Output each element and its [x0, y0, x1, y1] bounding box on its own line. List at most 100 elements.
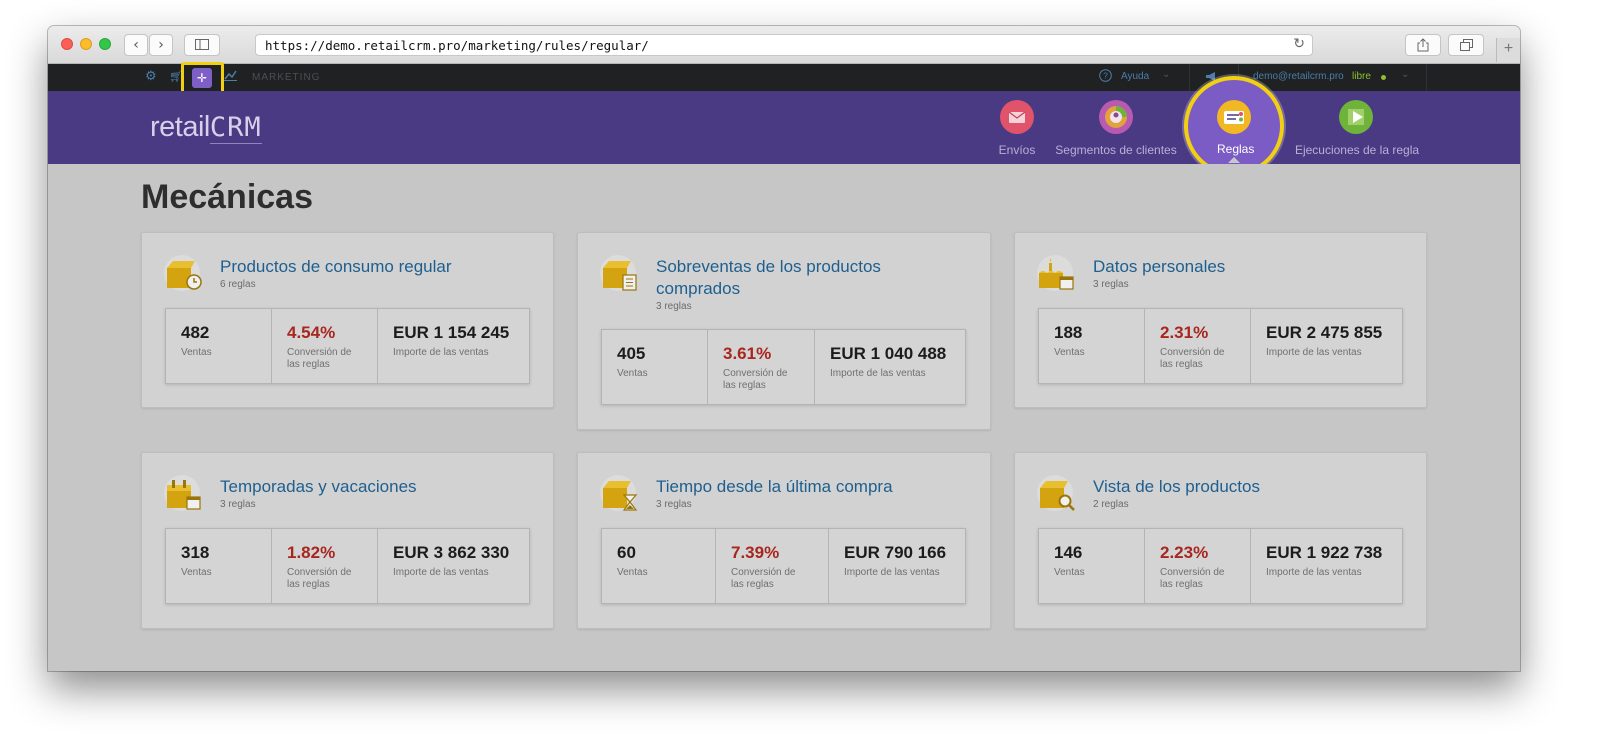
card-rules-count: 3 reglas	[220, 499, 256, 510]
sales-value: 60	[617, 543, 636, 562]
card-title-link[interactable]: Tiempo desde la última compra	[656, 476, 893, 498]
mechanic-card[interactable]: Datos personales 3 reglas 188 Ventas 2.3…	[1014, 232, 1427, 408]
chevron-right-icon: ›	[158, 37, 164, 53]
sales-value: 318	[181, 543, 210, 562]
nav-ejecuciones-label: Ejecuciones de la regla	[1294, 143, 1420, 157]
amount-label: Importe de las ventas	[1266, 567, 1362, 578]
reload-icon[interactable]: ↻	[1293, 36, 1305, 52]
active-nav-caret	[1228, 157, 1240, 163]
share-button[interactable]	[1405, 34, 1441, 56]
stat-conversion: 7.39% Conversión de las reglas	[716, 529, 829, 603]
module-header: retailCRM Envíos Segmentos de clientes E…	[48, 91, 1520, 164]
card-rules-count: 3 reglas	[1093, 279, 1129, 290]
mechanic-card[interactable]: Tiempo desde la última compra 3 reglas 6…	[577, 452, 991, 629]
stat-sales: 318 Ventas	[166, 529, 272, 603]
url-text: https://demo.retailcrm.pro/marketing/rul…	[265, 38, 649, 53]
rules-icon	[1217, 100, 1251, 134]
card-stats: 60 Ventas 7.39% Conversión de las reglas …	[601, 528, 966, 604]
mechanic-card[interactable]: Productos de consumo regular 6 reglas 48…	[141, 232, 554, 408]
sales-value: 482	[181, 323, 210, 342]
sales-label: Ventas	[1054, 567, 1085, 578]
nav-ejecuciones[interactable]: Ejecuciones de la regla	[1292, 91, 1422, 164]
amount-label: Importe de las ventas	[393, 347, 489, 358]
conversion-label: Conversión de las reglas	[1160, 347, 1225, 370]
logo-crm-text: CRM	[209, 112, 262, 144]
analytics-icon[interactable]	[224, 69, 237, 85]
back-button[interactable]: ‹	[124, 34, 148, 56]
card-title-link[interactable]: Datos personales	[1093, 256, 1225, 278]
divider	[1426, 64, 1427, 91]
stat-amount: EUR 1 154 245 Importe de las ventas	[378, 309, 529, 383]
svg-text:?: ?	[1103, 71, 1108, 81]
minimize-window-button[interactable]	[80, 38, 92, 50]
card-stats: 146 Ventas 2.23% Conversión de las reglas…	[1038, 528, 1403, 604]
sales-label: Ventas	[617, 567, 648, 578]
close-window-button[interactable]	[61, 38, 73, 50]
box-list-icon	[600, 255, 637, 291]
new-tab-button[interactable]: +	[1496, 38, 1520, 62]
conversion-value: 1.82%	[287, 543, 336, 562]
stat-sales: 146 Ventas	[1039, 529, 1145, 603]
amount-label: Importe de las ventas	[830, 368, 926, 379]
box-hourglass-icon	[600, 475, 638, 511]
card-stats: 318 Ventas 1.82% Conversión de las reglas…	[165, 528, 530, 604]
stat-amount: EUR 3 862 330 Importe de las ventas	[378, 529, 529, 603]
tabs-overview-button[interactable]	[1448, 34, 1484, 56]
card-rules-count: 3 reglas	[656, 499, 692, 510]
help-chevron-down-icon[interactable]: ⌄	[1162, 69, 1170, 80]
nav-segmentos[interactable]: Segmentos de clientes	[1053, 91, 1179, 164]
mechanic-card[interactable]: Temporadas y vacaciones 3 reglas 318 Ven…	[141, 452, 554, 629]
forward-button[interactable]: ›	[149, 34, 173, 56]
card-rules-count: 3 reglas	[656, 301, 692, 312]
amount-label: Importe de las ventas	[844, 567, 940, 578]
card-stats: 405 Ventas 3.61% Conversión de las reglas…	[601, 329, 966, 405]
card-rules-count: 6 reglas	[220, 279, 256, 290]
plus-icon: +	[1503, 40, 1514, 57]
card-title-link[interactable]: Temporadas y vacaciones	[220, 476, 417, 498]
stat-sales: 405 Ventas	[602, 330, 708, 404]
card-title-link[interactable]: Sobreventas de los productos comprados	[656, 256, 881, 300]
divider	[1189, 64, 1190, 91]
card-title-link[interactable]: Productos de consumo regular	[220, 256, 452, 278]
section-label: MARKETING	[252, 72, 321, 83]
nav-envios-label: Envíos	[998, 143, 1036, 157]
conversion-label: Conversión de las reglas	[731, 567, 796, 590]
segments-icon	[1099, 100, 1133, 134]
amount-value: EUR 790 166	[844, 543, 947, 562]
user-email[interactable]: demo@retailcrm.pro	[1253, 71, 1344, 82]
nav-reglas-label: Reglas	[1217, 142, 1255, 156]
conversion-label: Conversión de las reglas	[287, 567, 352, 590]
browser-titlebar: ‹ › https://demo.retailcrm.pro/marketing…	[48, 26, 1520, 64]
sales-label: Ventas	[617, 368, 648, 379]
box-clock-icon	[164, 255, 202, 291]
user-chevron-down-icon[interactable]: ⌄	[1401, 69, 1409, 80]
mechanic-card[interactable]: Sobreventas de los productos comprados 3 …	[577, 232, 991, 430]
nav-envios[interactable]: Envíos	[970, 91, 1064, 164]
share-icon	[1417, 38, 1429, 52]
help-link[interactable]: Ayuda	[1121, 71, 1149, 82]
conversion-value: 7.39%	[731, 543, 780, 562]
sidebar-toggle-button[interactable]	[184, 34, 220, 56]
amount-value: EUR 1 154 245	[393, 323, 510, 342]
zoom-window-button[interactable]	[99, 38, 111, 50]
card-title-link[interactable]: Vista de los productos	[1093, 476, 1260, 498]
mail-icon	[1000, 100, 1034, 134]
amount-value: EUR 3 862 330	[393, 543, 510, 562]
stat-conversion: 3.61% Conversión de las reglas	[708, 330, 815, 404]
address-bar[interactable]: https://demo.retailcrm.pro/marketing/rul…	[255, 34, 1313, 56]
cake-calendar-icon	[1037, 255, 1074, 291]
conversion-value: 2.31%	[1160, 323, 1209, 342]
conversion-label: Conversión de las reglas	[723, 368, 788, 391]
retailcrm-logo[interactable]: retailCRM	[150, 111, 262, 144]
help-icon[interactable]: ?	[1099, 69, 1112, 85]
amount-value: EUR 2 475 855	[1266, 323, 1383, 342]
online-status-dot	[1381, 75, 1386, 80]
mechanic-card[interactable]: Vista de los productos 2 reglas 146 Vent…	[1014, 452, 1427, 629]
stat-sales: 482 Ventas	[166, 309, 272, 383]
sidebar-icon	[195, 39, 209, 50]
stat-conversion: 2.31% Conversión de las reglas	[1145, 309, 1251, 383]
stat-amount: EUR 790 166 Importe de las ventas	[829, 529, 965, 603]
gear-icon[interactable]: ⚙	[145, 69, 157, 84]
sales-label: Ventas	[1054, 347, 1085, 358]
main-content: Mecánicas Productos de consumo regular 6…	[48, 164, 1520, 671]
